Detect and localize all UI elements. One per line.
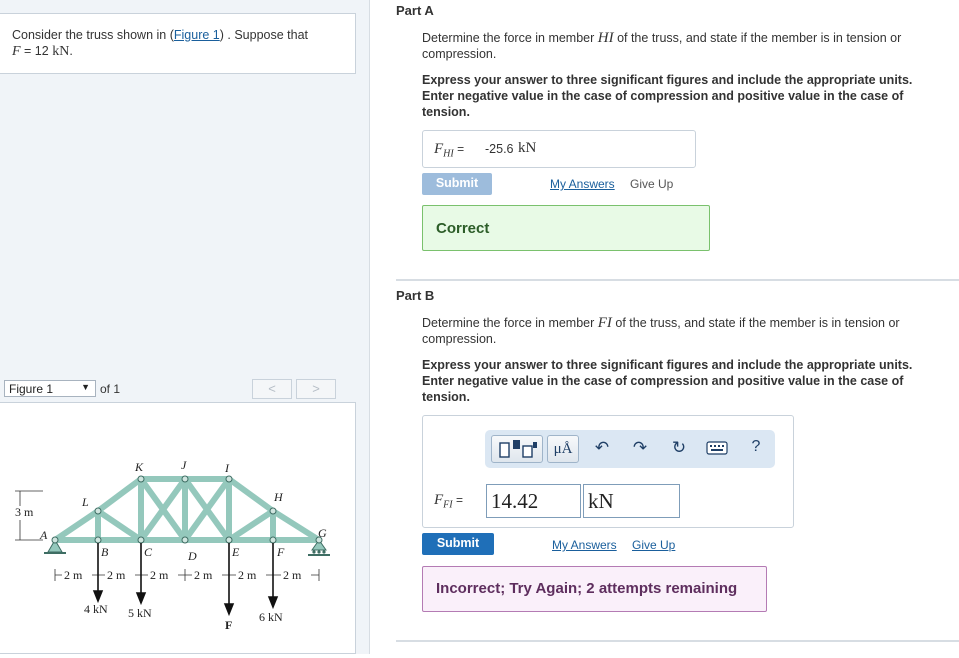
part-a-feedback-correct: Correct <box>422 205 710 251</box>
math-toolbar: μÅ ↶ ↷ ↻ ? <box>485 430 775 468</box>
figure-navigation: Figure 1 ▼ of 1 < > <box>4 378 356 400</box>
part-a-answer-label: FHI = <box>434 141 464 159</box>
unit-input[interactable]: kN <box>583 484 680 518</box>
part-a-instructions: Express your answer to three significant… <box>422 73 913 119</box>
part-b-instructions: Express your answer to three significant… <box>422 358 913 404</box>
load-label-e: F <box>225 618 232 632</box>
fraction-template-icon <box>499 440 537 458</box>
part-b-my-answers-link[interactable]: My Answers <box>552 538 617 552</box>
problem-statement: Consider the truss shown in (Figure 1) .… <box>0 13 356 74</box>
span-label-2: 2 m <box>107 568 126 582</box>
part-b-give-up-link[interactable]: Give Up <box>632 538 675 552</box>
part-a-submit-button[interactable]: Submit <box>422 173 492 195</box>
part-b-answer-sub: FI <box>443 499 453 511</box>
span-label-6: 2 m <box>283 568 302 582</box>
joint-label-g: G <box>318 526 327 540</box>
joint-label-b: B <box>101 545 109 559</box>
force-unit: kN <box>52 44 70 59</box>
part-b-feedback-incorrect: Incorrect; Try Again; 2 attempts remaini… <box>422 566 767 612</box>
part-a-answer-box: FHI = -25.6 kN <box>422 130 696 168</box>
part-a-title: Part A <box>396 3 434 18</box>
part-b-question-before: Determine the force in member <box>422 316 598 330</box>
figure-count: of 1 <box>100 382 121 396</box>
part-a-answer-sub: HI <box>443 148 454 160</box>
figure-panel: A B C D E F G H I J K L 3 m 2 m 2 m 2 m … <box>0 402 356 654</box>
part-a-answer-var: F <box>434 141 444 157</box>
load-label-c: 5 kN <box>128 606 152 620</box>
force-variable: F <box>12 44 21 59</box>
help-icon[interactable]: ? <box>745 438 767 456</box>
part-a-my-answers-link[interactable]: My Answers <box>550 177 615 191</box>
span-label-3: 2 m <box>150 568 169 582</box>
span-label-4: 2 m <box>194 568 213 582</box>
problem-period: . <box>69 44 73 58</box>
units-button[interactable]: μÅ <box>547 435 579 463</box>
joint-label-l: L <box>81 495 89 509</box>
chevron-down-icon: ▼ <box>81 382 90 392</box>
problem-text-after: ) . Suppose that <box>219 28 309 42</box>
load-label-b: 4 kN <box>84 602 108 616</box>
part-b-answer-editor: μÅ ↶ ↷ ↻ ? FFI = 14.42 kN <box>422 415 794 528</box>
truss-diagram: A B C D E F G H I J K L 3 m 2 m 2 m 2 m … <box>15 458 330 632</box>
joint-label-d: D <box>187 549 197 563</box>
reset-icon[interactable]: ↻ <box>668 438 690 458</box>
figure-select[interactable]: Figure 1 ▼ <box>4 380 96 397</box>
prev-figure-button[interactable]: < <box>252 379 292 399</box>
part-b-answer-var: F <box>434 492 444 508</box>
part-a-answer-value: -25.6 <box>485 142 514 156</box>
problem-text-before: Consider the truss shown in ( <box>12 28 174 42</box>
force-equals: = 12 <box>20 44 53 58</box>
part-a-answer-unit: kN <box>518 140 537 156</box>
part-a-give-up: Give Up <box>630 177 674 191</box>
figure-select-value: Figure 1 <box>9 382 54 396</box>
joint-label-k: K <box>134 460 144 474</box>
part-a-member: HI <box>597 30 614 46</box>
part-b-title: Part B <box>396 288 435 303</box>
height-label: 3 m <box>15 505 34 519</box>
part-b-submit-button[interactable]: Submit <box>422 533 494 555</box>
joint-label-i: I <box>224 461 230 475</box>
joint-label-f: F <box>276 545 285 559</box>
part-b-member: FI <box>597 315 612 331</box>
part-divider-2 <box>396 640 959 642</box>
figure-link[interactable]: Figure 1 <box>174 28 220 42</box>
next-figure-button[interactable]: > <box>296 379 336 399</box>
joint-label-c: C <box>144 545 153 559</box>
undo-icon[interactable]: ↶ <box>591 438 613 458</box>
load-label-f: 6 kN <box>259 610 283 624</box>
value-input[interactable]: 14.42 <box>486 484 581 518</box>
part-a-question-before: Determine the force in member <box>422 31 598 45</box>
part-divider <box>396 279 959 281</box>
part-b-answer-label: FFI = <box>434 492 463 510</box>
truss-members <box>52 476 322 543</box>
templates-button[interactable] <box>491 435 543 463</box>
joint-label-j: J <box>181 458 187 472</box>
redo-icon[interactable]: ↷ <box>629 438 651 458</box>
keyboard-icon[interactable] <box>704 438 730 460</box>
part-b-answer-equals: = <box>455 493 463 507</box>
span-dimension-line <box>54 569 320 581</box>
span-label-1: 2 m <box>64 568 83 582</box>
span-label-5: 2 m <box>238 568 257 582</box>
part-b-question: Determine the force in member FI of the … <box>422 315 942 347</box>
joint-label-h: H <box>273 490 284 504</box>
part-a-answer-equals: = <box>457 142 465 156</box>
part-a-question: Determine the force in member HI of the … <box>422 30 942 62</box>
problem-panel: Consider the truss shown in (Figure 1) .… <box>0 0 370 654</box>
joint-label-e: E <box>231 545 240 559</box>
